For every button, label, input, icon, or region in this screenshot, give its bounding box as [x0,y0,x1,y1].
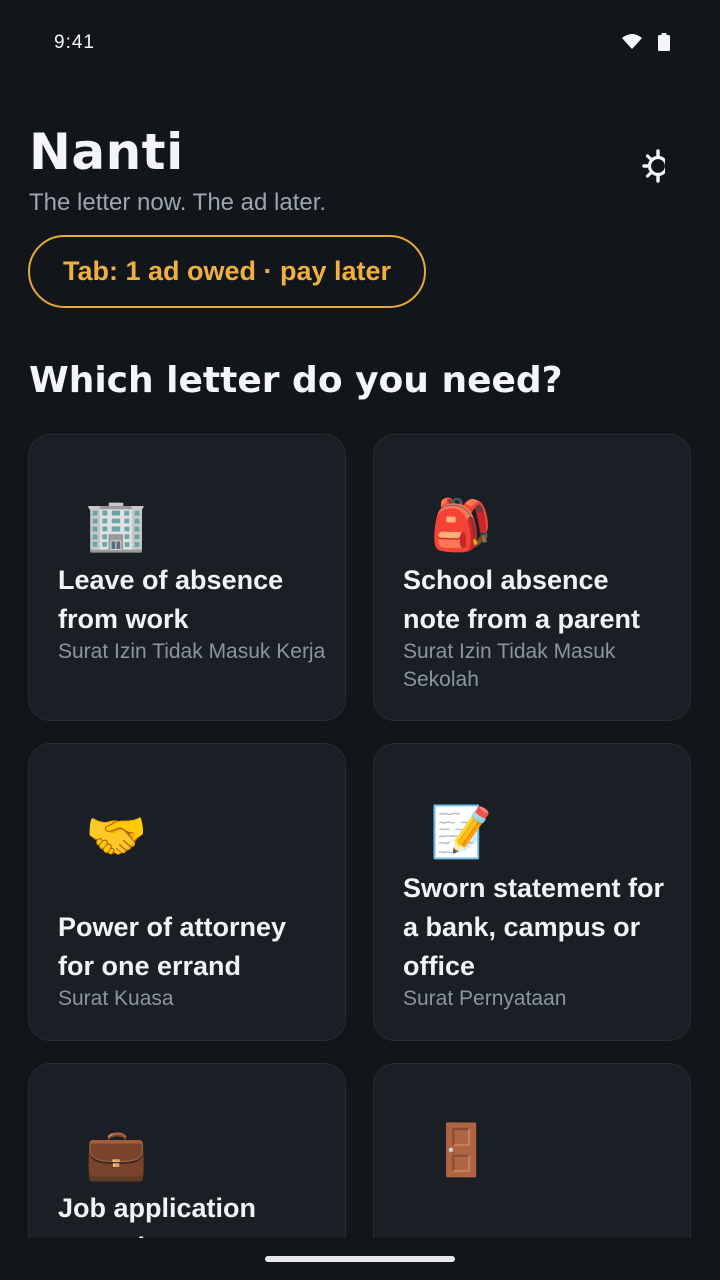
letter-card-leave-of-absence[interactable]: 🏢 Leave of absence from work Surat Izin … [28,434,346,721]
status-time: 9:41 [54,32,95,53]
letter-card-job-application[interactable]: 💼 Job application cover letter [28,1063,346,1238]
battery-icon [658,33,670,51]
section-heading: Which letter do you need? [29,360,563,401]
letter-card-school-absence[interactable]: 🎒 School absence note from a parent Sura… [373,434,691,721]
memo-icon: 📝 [430,803,493,861]
wifi-icon [620,33,644,51]
letter-card-subtitle: Surat Izin Tidak Masuk Kerja [58,640,326,663]
gear-icon [641,149,673,187]
home-indicator[interactable] [265,1256,455,1262]
door-icon: 🚪 [430,1121,493,1179]
letter-card-title: Resignation letter [403,1230,672,1238]
letter-card-resignation[interactable]: 🚪 Resignation letter [373,1063,691,1238]
app-tagline: The letter now. The ad later. [29,189,327,216]
tab-balance-button[interactable]: Tab: 1 ad owed · pay later [28,235,426,308]
letter-card-subtitle: Surat Pernyataan [403,987,567,1010]
letter-card-title: Leave of absence from work [58,565,284,634]
status-icons [620,33,670,51]
letter-card-subtitle: Surat Izin Tidak Masuk Sekolah [403,640,616,691]
letter-card-sworn-statement[interactable]: 📝 Sworn statement for a bank, campus or … [373,743,691,1041]
backpack-icon: 🎒 [430,496,493,554]
app-title: Nanti [29,123,184,181]
letter-card-title: Job application cover letter [58,1193,257,1238]
office-building-icon: 🏢 [85,496,148,554]
briefcase-icon: 💼 [85,1125,148,1183]
status-bar: 9:41 [0,0,720,86]
letter-card-title: School absence note from a parent [403,565,641,634]
letter-card-power-of-attorney[interactable]: 🤝 Power of attorney for one errand Surat… [28,743,346,1041]
letter-card-title: Power of attorney for one errand [58,912,287,981]
letter-card-title: Sworn statement for a bank, campus or of… [403,873,665,981]
letter-card-subtitle: Surat Kuasa [58,987,174,1010]
settings-button[interactable] [634,146,678,190]
letter-grid: 🏢 Leave of absence from work Surat Izin … [28,434,692,1238]
handshake-icon: 🤝 [85,807,148,865]
